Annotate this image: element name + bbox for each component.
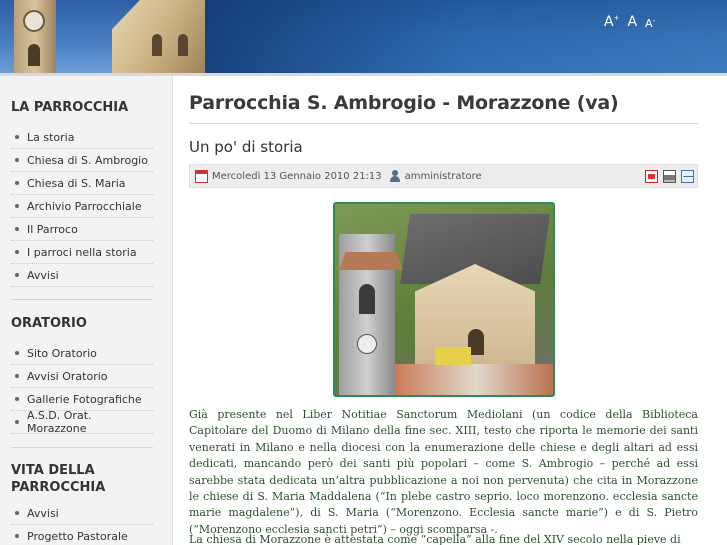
article-paragraph: La chiesa di Morazzone è attestata come … [189, 533, 681, 545]
bullet-icon [15, 204, 19, 208]
sidebar-section-parrocchia: LA PARROCCHIA La storia Chiesa di S. Amb… [11, 99, 153, 287]
sidebar-item-chiesa-ambrogio[interactable]: Chiesa di S. Ambrogio [11, 149, 153, 172]
sidebar-menu: Avvisi Progetto Pastorale [11, 502, 153, 545]
sidebar-menu: Sito Oratorio Avvisi Oratorio Gallerie F… [11, 342, 153, 435]
email-icon[interactable] [681, 169, 694, 183]
sidebar-item-avvisi[interactable]: Avvisi [11, 264, 153, 287]
bullet-icon [15, 181, 19, 185]
sidebar-section-oratorio: ORATORIO Sito Oratorio Avvisi Oratorio G… [11, 315, 153, 435]
sidebar-divider [11, 447, 153, 448]
sidebar-menu: La storia Chiesa di S. Ambrogio Chiesa d… [11, 126, 153, 287]
article-meta-bar: Mercoledì 13 Gennaio 2010 21:13 amminist… [189, 164, 698, 188]
bullet-icon [15, 534, 19, 538]
sidebar-item-avvisi-oratorio[interactable]: Avvisi Oratorio [11, 365, 153, 388]
sidebar: LA PARROCCHIA La storia Chiesa di S. Amb… [0, 76, 173, 545]
sidebar-item-parroco[interactable]: Il Parroco [11, 218, 153, 241]
bullet-icon [15, 374, 19, 378]
article-paragraph: Già presente nel Liber Notitiae Sanctoru… [189, 408, 698, 536]
title-divider [189, 123, 698, 124]
sidebar-heading: ORATORIO [11, 316, 87, 331]
sidebar-item-chiesa-maria[interactable]: Chiesa di S. Maria [11, 172, 153, 195]
pdf-icon[interactable] [645, 169, 658, 183]
bullet-icon [15, 511, 19, 515]
article-title[interactable]: Un po' di storia [189, 138, 303, 156]
header-banner-image [0, 0, 205, 73]
church-aerial-photo [333, 202, 555, 397]
article-tools [645, 169, 694, 183]
sidebar-item-progetto-pastorale[interactable]: Progetto Pastorale [11, 525, 153, 545]
bullet-icon [15, 158, 19, 162]
font-decrease-button[interactable]: A- [645, 18, 655, 30]
sidebar-item-avvisi-vita[interactable]: Avvisi [11, 502, 153, 525]
article-date: Mercoledì 13 Gennaio 2010 21:13 [212, 170, 382, 182]
bullet-icon [15, 135, 19, 139]
user-icon [389, 170, 401, 182]
sidebar-divider [11, 299, 153, 300]
sidebar-section-vita: VITA DELLA PARROCCHIA Avvisi Progetto Pa… [11, 462, 153, 545]
sidebar-heading: LA PARROCCHIA [11, 100, 129, 115]
font-increase-button[interactable]: A+ [604, 15, 619, 30]
sidebar-item-la-storia[interactable]: La storia [11, 126, 153, 149]
clock-face [23, 10, 45, 32]
print-icon[interactable] [663, 169, 676, 183]
sidebar-heading: VITA DELLA PARROCCHIA [11, 463, 106, 495]
bullet-icon [15, 420, 19, 424]
font-size-tools: A+ A A- [604, 15, 655, 30]
bullet-icon [15, 227, 19, 231]
site-header: A+ A A- [0, 0, 727, 73]
sidebar-item-asd-oratorio[interactable]: A.S.D. Orat. Morazzone [11, 409, 153, 435]
font-reset-button[interactable]: A [627, 15, 637, 29]
page-title: Parrocchia S. Ambrogio - Morazzone (va) [189, 92, 619, 114]
article-author: amministratore [404, 170, 482, 182]
sidebar-item-parroci-storia[interactable]: I parroci nella storia [11, 241, 153, 264]
bullet-icon [15, 351, 19, 355]
sidebar-item-gallerie[interactable]: Gallerie Fotografiche [11, 388, 153, 411]
calendar-icon [195, 169, 208, 183]
bullet-icon [15, 250, 19, 254]
sidebar-item-sito-oratorio[interactable]: Sito Oratorio [11, 342, 153, 365]
sidebar-item-archivio[interactable]: Archivio Parrocchiale [11, 195, 153, 218]
bullet-icon [15, 397, 19, 401]
church-facade-image [112, 0, 205, 73]
bell-tower-image [14, 0, 56, 73]
bullet-icon [15, 273, 19, 277]
